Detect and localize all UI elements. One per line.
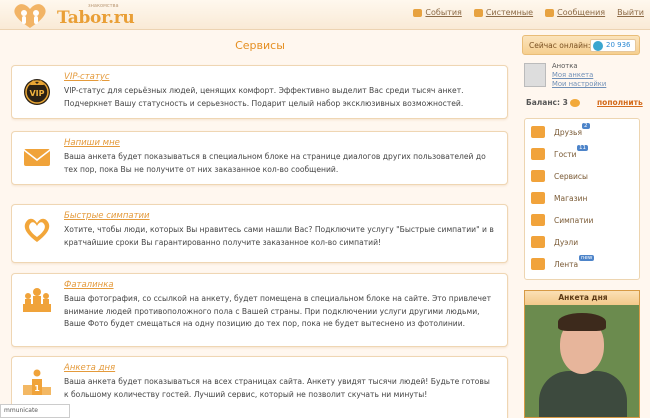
photo-hair (558, 313, 606, 331)
online-count[interactable]: 20 936 (590, 39, 636, 52)
sidebar-item-guests[interactable]: Гости 11 (531, 145, 635, 165)
sidebar-item-duels[interactable]: Дуэли (531, 233, 635, 253)
nav-events-label: События (425, 8, 462, 17)
avatar[interactable] (524, 63, 546, 87)
nav-events[interactable]: События (413, 8, 462, 17)
envelope-icon (545, 8, 555, 17)
service-card-fotolinka: Фаталинка Ваша фотография, со ссылкой на… (11, 273, 508, 347)
swords-icon (531, 236, 545, 248)
heart-icon (531, 214, 545, 226)
sidebar-menu: Друзья 2 Гости 11 Сервисы Магазин Симпатии… (524, 118, 640, 280)
profile-of-day[interactable]: Анкета дня (524, 290, 640, 418)
nav-exit-label: Выйти (617, 8, 644, 17)
friends-icon (531, 126, 545, 138)
podium-icon: 1 (23, 369, 51, 395)
service-card-quick-likes: Быстрые симпатии Хотите, чтобы люди, кот… (11, 204, 508, 263)
service-title[interactable]: Анкета дня (64, 363, 115, 373)
online-count-value: 20 936 (606, 41, 631, 49)
my-settings-link[interactable]: Мои настройки (552, 80, 606, 88)
service-card-profile-of-day: 1 Анкета дня Ваша анкета будет показыват… (11, 356, 508, 418)
service-title[interactable]: Фаталинка (64, 280, 114, 290)
sidebar-item-friends[interactable]: Друзья 2 (531, 123, 635, 143)
service-card-vip: VIP VIP-статус VIP-статус для серьёзных … (11, 65, 508, 119)
sidebar-item-label: Магазин (554, 194, 588, 203)
balance-label: Баланс: 3 (526, 98, 568, 107)
browser-status-bar: mmunicate (0, 404, 70, 418)
service-description: Ваша фотография, со ссылкой на анкету, б… (64, 294, 492, 328)
online-users-icon (593, 41, 603, 51)
sidebar-item-label: Дуэли (554, 238, 579, 247)
balance-value: 3 (562, 98, 568, 107)
sidebar-item-label: Друзья (554, 128, 582, 137)
svg-text:VIP: VIP (29, 89, 44, 98)
friends-badge: 2 (582, 123, 590, 129)
envelope-icon (23, 149, 51, 166)
nav-messages-label: Сообщения (557, 8, 606, 17)
coin-icon (570, 99, 580, 107)
online-label: Сейчас онлайн: (529, 41, 591, 50)
sidebar-item-services[interactable]: Сервисы (531, 167, 635, 187)
logo-text: Tabor.ru (57, 8, 135, 28)
shop-icon (531, 192, 545, 204)
vip-badge-icon: VIP (24, 79, 50, 105)
service-description: Ваша анкета будет показываться в специал… (64, 152, 486, 174)
service-title[interactable]: Напиши мне (64, 138, 120, 148)
bell-icon (413, 8, 423, 17)
online-counter-box: Сейчас онлайн: 20 936 (522, 35, 640, 55)
service-title[interactable]: VIP-статус (64, 72, 110, 82)
nav-messages[interactable]: Сообщения (545, 8, 605, 17)
service-description: VIP-статус для серьёзных людей, ценящих … (64, 86, 464, 108)
sidebar-item-label: Сервисы (554, 172, 588, 181)
page-title: Сервисы (235, 39, 285, 52)
svg-text:1: 1 (34, 384, 40, 393)
top-navigation: События Системные Сообщения Выйти (413, 8, 644, 17)
photo-body (539, 371, 627, 417)
sidebar-item-label: Гости (554, 150, 577, 159)
topup-link[interactable]: пополнить (597, 98, 643, 107)
service-title[interactable]: Быстрые симпатии (64, 211, 150, 221)
sidebar-item-label: Лента (554, 260, 579, 269)
service-card-write-me: Напиши мне Ваша анкета будет показыватьс… (11, 131, 508, 185)
feed-icon (531, 258, 545, 270)
heart-icon (24, 218, 50, 242)
sidebar-item-label: Симпатии (554, 216, 594, 225)
nav-system[interactable]: Системные (473, 8, 534, 17)
nav-exit[interactable]: Выйти (617, 8, 644, 17)
user-name: Анотка (552, 62, 578, 70)
crowd-icon (23, 288, 51, 312)
guests-badge: 11 (577, 145, 588, 151)
main-content: Сервисы VIP VIP-статус VIP-статус для се… (11, 30, 509, 418)
service-description: Ваша анкета будет показываться на всех с… (64, 377, 490, 399)
guests-icon (531, 148, 545, 160)
services-icon (531, 170, 545, 182)
new-badge: new (579, 255, 595, 261)
service-description: Хотите, чтобы люди, которых Вы нравитесь… (64, 225, 494, 247)
balance-caption: Баланс: (526, 98, 560, 107)
top-bar: знакомства Tabor.ru События Системные Со… (0, 0, 650, 30)
my-profile-link[interactable]: Моя анкета (552, 71, 593, 79)
user-panel: Анотка Моя анкета Мои настройки (524, 62, 640, 89)
nav-system-label: Системные (485, 8, 534, 17)
profile-of-day-title: Анкета дня (525, 291, 639, 305)
sidebar-item-shop[interactable]: Магазин (531, 189, 635, 209)
logo-hearts-icon (14, 4, 46, 29)
balance-row: Баланс: 3 пополнить (526, 98, 643, 110)
sidebar-item-likes[interactable]: Симпатии (531, 211, 635, 231)
lock-icon (473, 8, 483, 17)
sidebar-item-feed[interactable]: Лента new (531, 255, 635, 275)
site-logo[interactable]: знакомства Tabor.ru (10, 2, 160, 29)
